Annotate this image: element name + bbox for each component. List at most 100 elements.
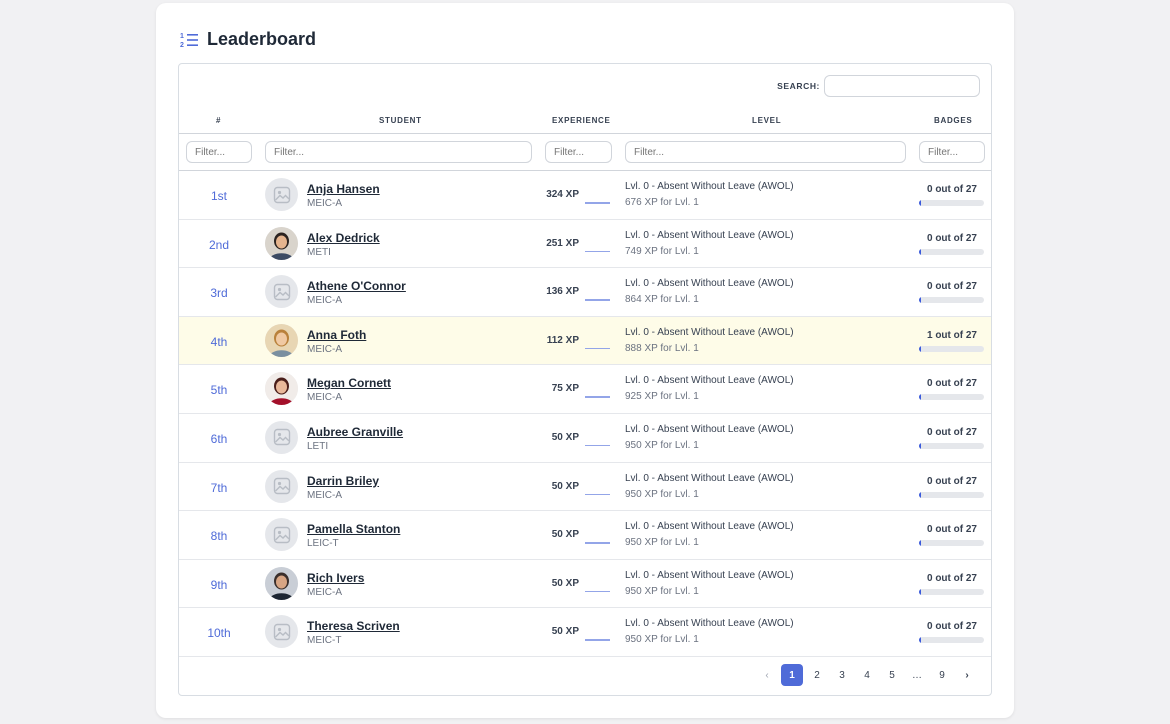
student-name-link[interactable]: Pamella Stanton bbox=[307, 522, 400, 536]
column-header-rank[interactable]: # bbox=[216, 116, 221, 125]
page-button[interactable]: 9 bbox=[931, 664, 953, 686]
table-row: 8th Pamella Stanton LEIC-T 50 XP Lvl. 0 - Ab… bbox=[179, 511, 991, 560]
xp-progress-bar bbox=[585, 250, 610, 253]
rank-label: 9th bbox=[210, 577, 228, 592]
student-name-link[interactable]: Rich Ivers bbox=[307, 571, 364, 585]
rank-label: 10th bbox=[207, 626, 231, 641]
table-row: 6th Aubree Granville LETI 50 XP Lvl. 0 - Abs… bbox=[179, 414, 991, 463]
image-placeholder-icon bbox=[265, 469, 298, 503]
xp-progress-bar bbox=[585, 444, 610, 447]
student-major: MEIC-A bbox=[307, 489, 342, 501]
chevron-right-icon[interactable]: › bbox=[956, 664, 978, 686]
filter-experience[interactable] bbox=[545, 141, 612, 163]
badges-count: 0 out of 27 bbox=[926, 572, 977, 584]
badges-progress-bar bbox=[919, 442, 984, 449]
rank-label: 1st bbox=[210, 189, 227, 203]
xp-value: 75 XP bbox=[551, 383, 579, 395]
badges-progress-bar bbox=[919, 491, 984, 498]
image-placeholder-icon bbox=[265, 275, 298, 309]
xp-value: 112 XP bbox=[546, 334, 579, 346]
xp-value: 50 XP bbox=[551, 577, 579, 589]
level-label: Lvl. 0 - Absent Without Leave (AWOL) bbox=[625, 278, 794, 290]
rank-label: 6th bbox=[210, 431, 228, 446]
student-major: MEIC-A bbox=[307, 295, 342, 307]
xp-progress-bar bbox=[585, 202, 610, 204]
student-name-link[interactable]: Darrin Briley bbox=[307, 474, 379, 488]
badges-progress-fill bbox=[919, 637, 921, 644]
next-level-xp: 676 XP for Lvl. 1 bbox=[625, 197, 699, 208]
badges-count: 0 out of 27 bbox=[926, 475, 977, 487]
badges-progress-bar bbox=[919, 248, 984, 255]
student-name-link[interactable]: Anja Hansen bbox=[307, 182, 380, 196]
filter-student[interactable] bbox=[265, 141, 532, 163]
page-button[interactable]: 4 bbox=[856, 664, 878, 686]
badges-count: 0 out of 27 bbox=[926, 524, 977, 536]
chevron-left-icon[interactable]: ‹ bbox=[756, 664, 778, 686]
xp-value: 251 XP bbox=[546, 237, 579, 249]
next-level-xp: 864 XP for Lvl. 1 bbox=[625, 294, 699, 306]
avatar bbox=[265, 226, 298, 260]
search-bar: SEARCH: bbox=[777, 75, 980, 97]
search-label: SEARCH: bbox=[777, 81, 820, 91]
filter-rank[interactable] bbox=[186, 141, 252, 163]
table-row: 1st Anja Hansen MEIC-A 324 XP Lvl. 0 - Absen… bbox=[179, 171, 991, 220]
badges-progress-fill bbox=[919, 345, 921, 352]
table-row: 7th Darrin Briley MEIC-A 50 XP Lvl. 0 - Abse… bbox=[179, 463, 991, 512]
xp-value: 324 XP bbox=[546, 189, 579, 200]
page-button[interactable]: 1 bbox=[781, 664, 803, 686]
badges-progress-fill bbox=[919, 540, 921, 547]
level-label: Lvl. 0 - Absent Without Leave (AWOL) bbox=[625, 375, 794, 387]
level-label: Lvl. 0 - Absent Without Leave (AWOL) bbox=[625, 181, 794, 192]
page-header: 1 2 Leaderboard bbox=[180, 29, 316, 50]
student-major: MEIC-A bbox=[307, 392, 342, 404]
page-button[interactable]: 2 bbox=[806, 664, 828, 686]
badges-progress-fill bbox=[919, 248, 921, 255]
numbered-list-icon: 1 2 bbox=[180, 31, 198, 49]
xp-progress-bar bbox=[585, 542, 610, 544]
student-name-link[interactable]: Theresa Scriven bbox=[307, 619, 400, 633]
filter-badges[interactable] bbox=[919, 141, 985, 163]
pagination-ellipsis: … bbox=[912, 669, 922, 681]
badges-progress-fill bbox=[919, 442, 921, 449]
student-major: METI bbox=[307, 246, 331, 258]
next-level-xp: 749 XP for Lvl. 1 bbox=[625, 245, 699, 257]
leaderboard-card: 1 2 Leaderboard SEARCH: # STUDENT EXPERI… bbox=[156, 3, 1014, 718]
badges-progress-fill bbox=[919, 491, 921, 498]
page-button[interactable]: 3 bbox=[831, 664, 853, 686]
xp-progress-bar bbox=[585, 299, 610, 301]
badges-count: 0 out of 27 bbox=[926, 281, 977, 293]
rank-label: 8th bbox=[210, 529, 228, 544]
table-row: 2nd Alex Dedrick METI 251 XP Lvl. 0 - Absent… bbox=[179, 220, 991, 269]
badges-progress-bar bbox=[919, 394, 984, 401]
student-name-link[interactable]: Aubree Granville bbox=[307, 425, 403, 439]
xp-progress-bar bbox=[585, 590, 610, 593]
avatar bbox=[265, 323, 298, 357]
image-placeholder-icon bbox=[265, 518, 298, 552]
pagination: ‹ 1 2 3 4 5 … 9 › bbox=[753, 664, 978, 686]
table-row: 10th Theresa Scriven MEIC-T 50 XP Lvl. 0 - A… bbox=[179, 608, 991, 657]
student-name-link[interactable]: Alex Dedrick bbox=[307, 231, 380, 245]
column-header-student[interactable]: STUDENT bbox=[379, 116, 422, 125]
badges-count: 0 out of 27 bbox=[926, 232, 977, 244]
level-label: Lvl. 0 - Absent Without Leave (AWOL) bbox=[625, 326, 794, 338]
student-major: LEIC-T bbox=[307, 538, 339, 550]
badges-progress-bar bbox=[919, 588, 984, 595]
student-name-link[interactable]: Megan Cornett bbox=[307, 376, 391, 390]
filter-level[interactable] bbox=[625, 141, 906, 163]
page-title: Leaderboard bbox=[207, 29, 317, 49]
student-name-link[interactable]: Anna Foth bbox=[307, 328, 366, 342]
page-button[interactable]: 5 bbox=[881, 664, 903, 686]
rank-label: 3rd bbox=[210, 286, 228, 301]
level-label: Lvl. 0 - Absent Without Leave (AWOL) bbox=[625, 229, 794, 241]
column-header-level[interactable]: LEVEL bbox=[752, 116, 781, 125]
search-input[interactable] bbox=[824, 75, 980, 97]
column-header-badges[interactable]: BADGES bbox=[934, 116, 972, 125]
badges-count: 0 out of 27 bbox=[926, 426, 977, 438]
next-level-xp: 950 XP for Lvl. 1 bbox=[625, 439, 699, 451]
student-name-link[interactable]: Athene O'Connor bbox=[307, 279, 406, 293]
student-major: MEIC-T bbox=[307, 635, 342, 647]
level-label: Lvl. 0 - Absent Without Leave (AWOL) bbox=[625, 472, 794, 484]
badges-count: 0 out of 27 bbox=[926, 184, 977, 195]
column-header-experience[interactable]: EXPERIENCE bbox=[552, 116, 611, 125]
badges-progress-bar bbox=[919, 200, 984, 206]
